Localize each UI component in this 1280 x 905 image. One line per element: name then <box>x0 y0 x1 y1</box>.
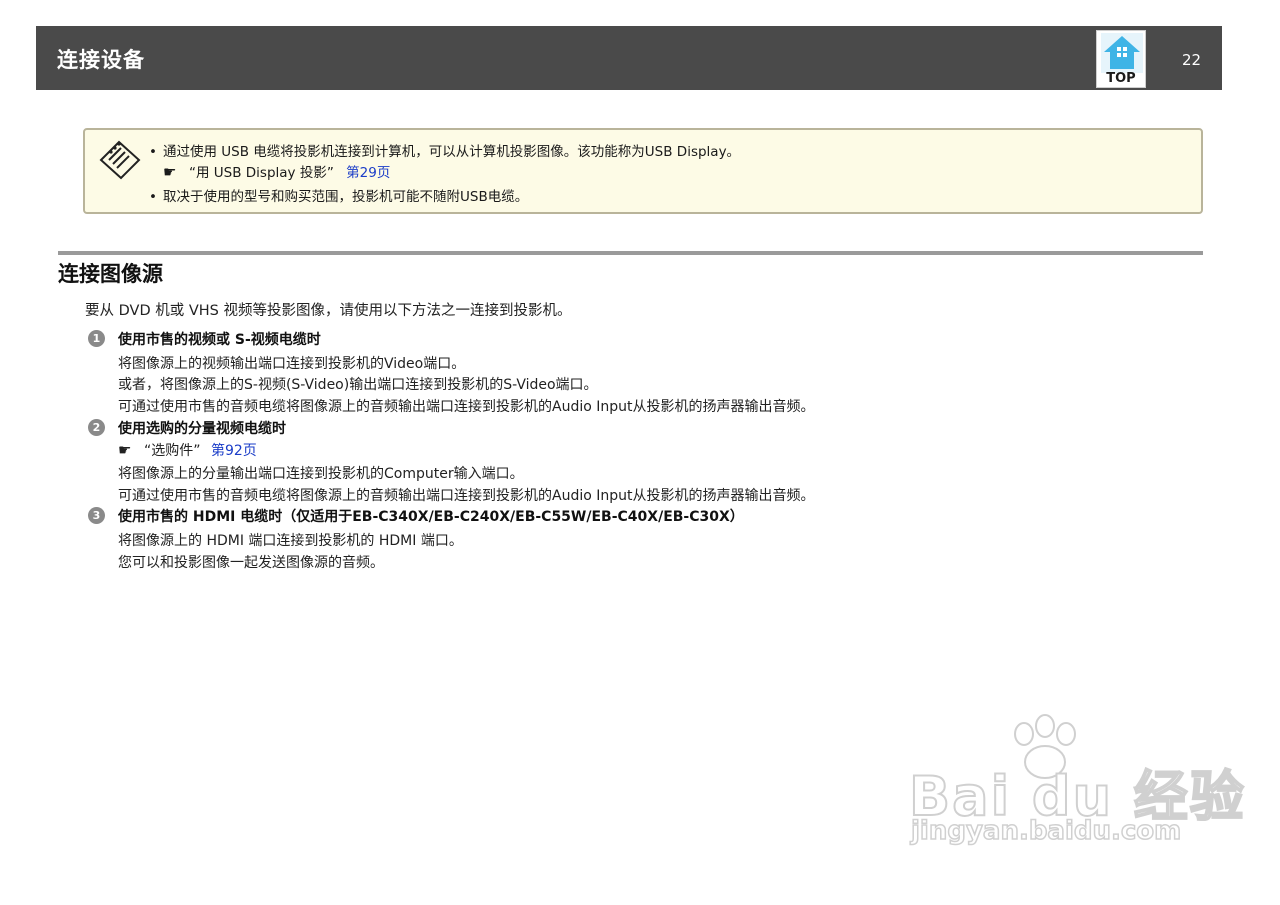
memo-icon <box>99 140 141 180</box>
pointing-hand-icon: ☛ <box>118 441 132 459</box>
note-line-1: • 通过使用 USB 电缆将投影机连接到计算机，可以从计算机投影图像。该功能称为U… <box>149 140 740 160</box>
item-number-1: 1 <box>88 330 105 347</box>
item-heading-2: 使用选购的分量视频电缆时 <box>118 421 286 437</box>
item-1-line-2: 或者，将图像源上的S-视频(S-Video)输出端口连接到投影机的S-Video… <box>118 377 598 393</box>
item-2-line-2: 可通过使用市售的音频电缆将图像源上的音频输出端口连接到投影机的Audio Inp… <box>118 488 815 504</box>
pointing-hand-icon: ☛ <box>163 163 177 181</box>
note-text-3: 取决于使用的型号和购买范围，投影机可能不随附USB电缆。 <box>163 189 529 205</box>
section-intro: 要从 DVD 机或 VHS 视频等投影图像，请使用以下方法之一连接到投影机。 <box>85 303 572 319</box>
item-1-line-1: 将图像源上的视频输出端口连接到投影机的Video端口。 <box>118 356 466 372</box>
item-2-ref-text: “选购件” <box>144 443 201 459</box>
item-1-line-3: 可通过使用市售的音频电缆将图像源上的音频输出端口连接到投影机的Audio Inp… <box>118 399 815 415</box>
item-heading-1: 使用市售的视频或 S-视频电缆时 <box>118 332 321 348</box>
section-title: 连接图像源 <box>58 262 163 286</box>
item-number-2: 2 <box>88 419 105 436</box>
top-button[interactable]: TOP <box>1096 30 1146 88</box>
home-icon <box>1101 33 1143 73</box>
header-title: 连接设备 <box>57 48 145 72</box>
top-label: TOP <box>1106 71 1136 86</box>
section-divider <box>58 251 1203 255</box>
page-header: 连接设备 TOP 22 <box>36 26 1222 90</box>
baidu-watermark: Bai du 经验 jingyan.baidu.com <box>905 712 1245 862</box>
page-number: 22 <box>1182 51 1202 69</box>
page-92-link[interactable]: 第92页 <box>211 443 257 459</box>
item-2-line-1: 将图像源上的分量输出端口连接到投影机的Computer输入端口。 <box>118 466 524 482</box>
note-ref-text: “用 USB Display 投影” <box>189 165 334 181</box>
note-box: • 通过使用 USB 电缆将投影机连接到计算机，可以从计算机投影图像。该功能称为U… <box>83 128 1203 214</box>
item-heading-3: 使用市售的 HDMI 电缆时（仅适用于EB-C340X/EB-C240X/EB-… <box>118 509 744 525</box>
page-29-link[interactable]: 第29页 <box>346 165 390 181</box>
item-3-line-1: 将图像源上的 HDMI 端口连接到投影机的 HDMI 端口。 <box>118 533 463 549</box>
note-line-3: • 取决于使用的型号和购买范围，投影机可能不随附USB电缆。 <box>149 185 528 205</box>
item-3-line-2: 您可以和投影图像一起发送图像源的音频。 <box>118 555 384 571</box>
bullet: • <box>149 144 157 160</box>
item-number-3: 3 <box>88 507 105 524</box>
note-line-2: ☛ “用 USB Display 投影” 第29页 <box>163 161 390 181</box>
note-text-1: 通过使用 USB 电缆将投影机连接到计算机，可以从计算机投影图像。该功能称为US… <box>163 144 741 160</box>
watermark-url: jingyan.baidu.com <box>910 815 1182 847</box>
item-2-ref: ☛ “选购件” 第92页 <box>118 440 257 460</box>
bullet: • <box>149 189 157 205</box>
